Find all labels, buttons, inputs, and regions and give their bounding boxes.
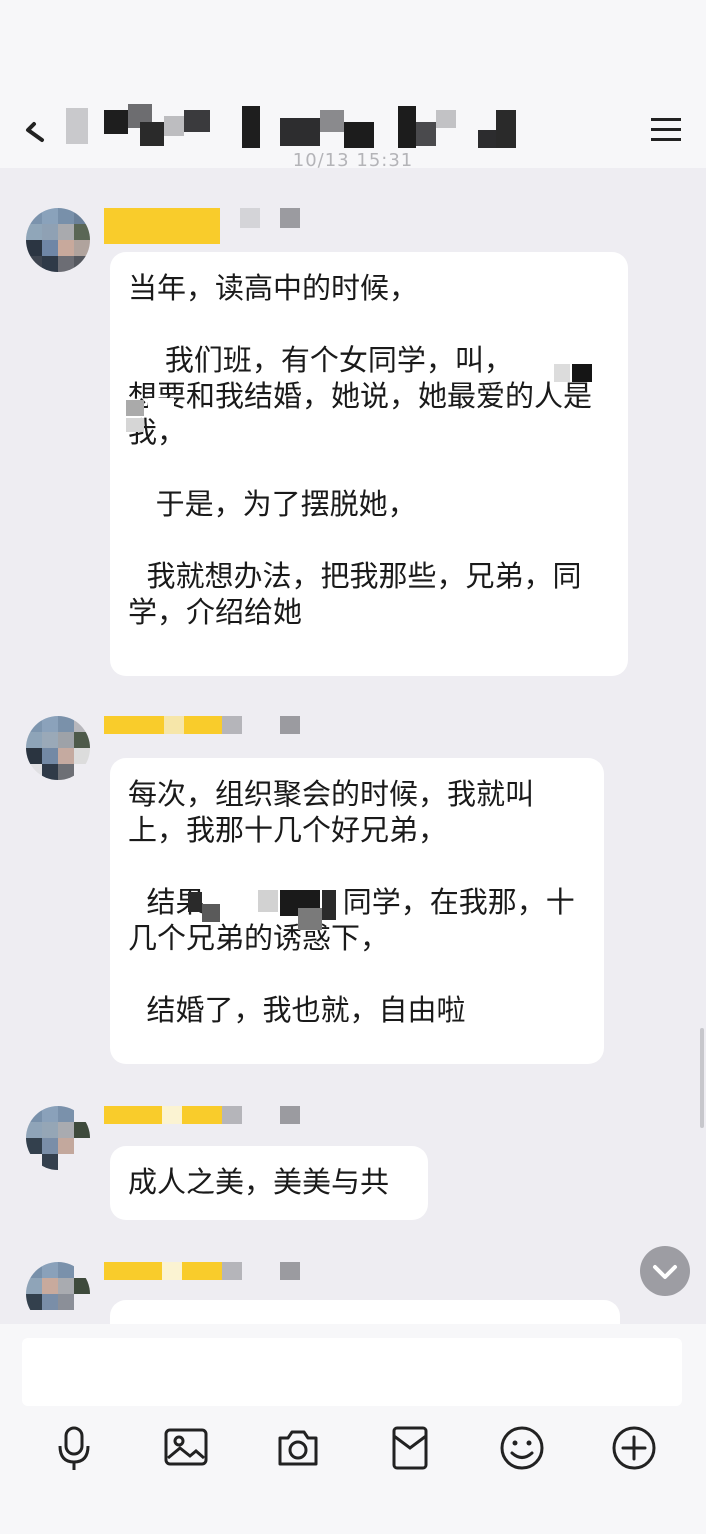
hamburger-menu-icon[interactable] — [648, 112, 684, 148]
message-text: 我们班，有个女同学，叫， 想要和我结婚，她说，她最爱的人是我， — [128, 343, 593, 449]
sender-nickname — [104, 1262, 304, 1286]
message-text: 成人之美，美美与共 — [128, 1165, 390, 1199]
sender-avatar[interactable] — [26, 1106, 90, 1170]
redacted-name-mosaic — [182, 888, 352, 932]
chevron-down-icon — [653, 1265, 677, 1279]
sender-nickname — [104, 208, 304, 244]
sender-nickname — [104, 716, 304, 740]
chat-title-mosaic — [60, 104, 530, 150]
message-text: 当年，读高中的时候， — [128, 271, 419, 305]
sender-avatar[interactable] — [26, 208, 90, 272]
sender-avatar[interactable] — [26, 716, 90, 780]
red-packet-icon[interactable] — [386, 1424, 434, 1472]
emoji-icon[interactable] — [498, 1424, 546, 1472]
message-text: 结婚了，我也就，自由啦 — [128, 993, 466, 1027]
message-text: 我就想办法，把我那些，兄弟，同学，介绍给她 — [128, 559, 582, 629]
chat-message-list[interactable]: 当年，读高中的时候， 我们班，有个女同学，叫， 想要和我结婚，她说，她最爱的人是… — [0, 168, 706, 1324]
redacted-name-mosaic — [548, 362, 598, 384]
message-bubble[interactable]: 成人之美，美美与共 — [110, 1146, 428, 1220]
camera-icon[interactable] — [274, 1424, 322, 1472]
sender-avatar[interactable] — [26, 1262, 90, 1324]
message-text: 于是，为了摆脱她， — [128, 487, 417, 521]
back-arrow-icon[interactable] — [20, 116, 50, 146]
message-bubble[interactable]: 当年，读高中的时候， 我们班，有个女同学，叫， 想要和我结婚，她说，她最爱的人是… — [110, 252, 628, 676]
message-bubble[interactable] — [110, 1300, 620, 1324]
microphone-icon[interactable] — [50, 1424, 98, 1472]
chat-scrollbar[interactable] — [700, 1028, 704, 1128]
plus-icon[interactable] — [610, 1424, 658, 1472]
redacted-name-mosaic — [122, 396, 178, 434]
message-input[interactable] — [22, 1338, 682, 1406]
image-icon[interactable] — [162, 1424, 210, 1472]
sender-nickname — [104, 1106, 304, 1130]
composer-area — [0, 1324, 706, 1534]
scroll-to-bottom-button[interactable] — [640, 1246, 690, 1296]
message-text: 每次，组织聚会的时候，我就叫上，我那十几个好兄弟， — [128, 777, 535, 847]
chat-header — [0, 0, 706, 168]
